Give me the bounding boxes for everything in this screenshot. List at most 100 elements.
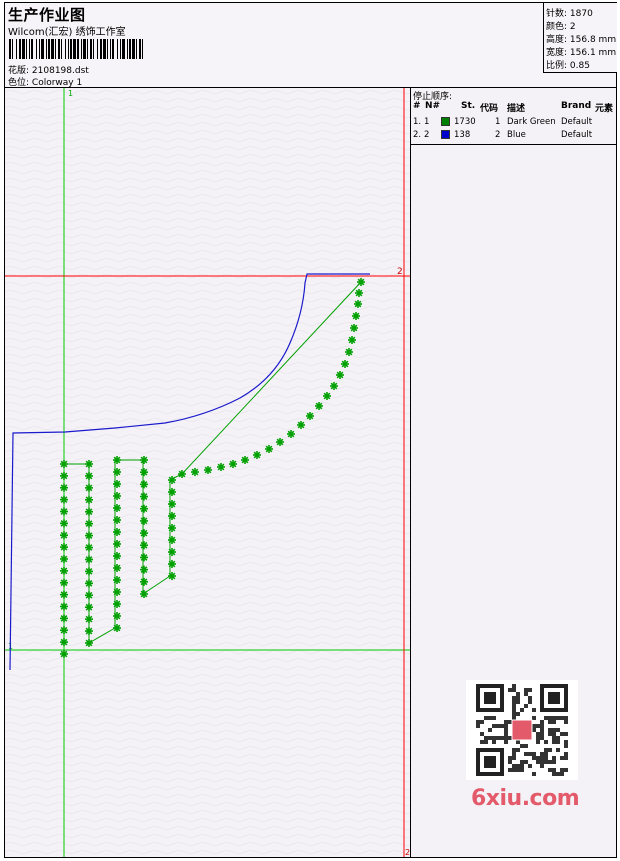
watermark-text: 6xiu.com	[471, 786, 580, 811]
stitch-marker	[85, 603, 93, 612]
row-needle: 1	[424, 117, 430, 127]
stitch-marker	[60, 507, 68, 516]
stitch-marker	[85, 555, 93, 564]
stitch-marker	[297, 421, 305, 429]
stitch-marker	[140, 492, 148, 501]
stitch-marker	[168, 524, 176, 532]
stitch-marker	[60, 566, 68, 575]
stitch-marker	[204, 466, 212, 474]
stitch-marker	[336, 371, 344, 379]
colorway-row: 色位: Colorway 1	[8, 75, 82, 88]
row-description: Blue	[507, 130, 526, 140]
worksheet-title: 生产作业图	[8, 6, 86, 24]
row-description: Dark Green	[507, 117, 556, 127]
row-stitches: 1730	[454, 117, 476, 127]
guide-label-top: 1	[68, 89, 73, 98]
studio-name: Wilcom(汇宏) 绣饰工作室	[8, 27, 126, 38]
stitch-marker	[217, 463, 225, 471]
stitch-marker	[85, 507, 93, 516]
stitch-count: 针数: 1870	[546, 9, 593, 19]
stitch-marker	[85, 639, 93, 647]
stitch-marker	[60, 614, 68, 623]
design-width: 宽度: 156.1 mm	[546, 48, 617, 58]
stitch-marker	[168, 560, 176, 568]
stitch-marker	[168, 512, 176, 520]
row-num: 1.	[413, 117, 422, 127]
stitch-marker	[168, 476, 176, 484]
stitch-marker	[140, 553, 148, 562]
stitch-marker	[140, 577, 148, 586]
stitch-marker	[85, 483, 93, 492]
stitch-marker	[113, 504, 121, 512]
stitch-marker	[60, 578, 68, 587]
guide-label-right: 2	[397, 267, 403, 277]
stitch-marker	[140, 529, 148, 538]
stitch-marker	[113, 564, 121, 572]
stitch-marker	[323, 392, 331, 400]
stitch-marker	[113, 600, 121, 608]
stitch-marker	[60, 483, 68, 492]
stitch-marker	[253, 451, 261, 459]
color-count: 颜色: 2	[546, 22, 576, 32]
stitch-marker	[355, 289, 363, 297]
barcode-icon	[9, 39, 143, 59]
design-height: 高度: 156.8 mm	[546, 35, 617, 45]
stitch-marker	[85, 471, 93, 480]
stitch-marker	[60, 590, 68, 599]
stitch-marker	[330, 382, 338, 390]
stitch-marker	[306, 412, 314, 420]
stitch-marker	[140, 504, 148, 513]
stitch-marker	[113, 516, 121, 524]
col-header-stitches: St.	[461, 101, 476, 111]
thread-color-swatch	[441, 130, 450, 139]
stitch-marker	[140, 516, 148, 525]
stitch-marker	[60, 531, 68, 540]
col-header-code: 代码	[480, 104, 499, 114]
stitch-marker	[140, 565, 148, 574]
col-header-description: 描述	[507, 104, 526, 114]
design-stats: 针数: 1870 颜色: 2 高度: 156.8 mm 宽度: 156.1 mm…	[543, 3, 617, 73]
stitch-marker	[113, 624, 121, 632]
stitch-marker	[85, 460, 93, 468]
stitch-marker	[113, 456, 121, 464]
stitch-marker	[60, 495, 68, 504]
stitch-marker	[113, 492, 121, 500]
stitch-marker	[85, 543, 93, 552]
colorway-label: 色位:	[8, 78, 30, 88]
stitch-marker	[168, 488, 176, 496]
stitch-marker	[140, 541, 148, 550]
row-needle: 2	[424, 130, 430, 140]
stitch-marker	[113, 480, 121, 488]
stitch-marker	[60, 602, 68, 611]
row-code: 1	[495, 117, 501, 127]
stitch-marker	[357, 278, 365, 286]
stitch-marker	[168, 548, 176, 556]
stitch-marker	[113, 540, 121, 548]
stitch-marker	[60, 650, 68, 658]
col-header-element: 元素	[595, 104, 614, 114]
qr-code-icon	[466, 680, 578, 780]
stitch-marker	[265, 445, 273, 453]
stitch-marker	[60, 555, 68, 563]
stitch-marker	[352, 312, 360, 320]
stitch-marker	[276, 438, 284, 446]
row-brand: Default	[561, 117, 593, 127]
stitch-marker	[354, 300, 362, 308]
design-canvas[interactable]: 1 2 1 2	[5, 88, 410, 857]
worksheet-header: 生产作业图 Wilcom(汇宏) 绣饰工作室 花版: 2108198.dst 色…	[5, 3, 616, 88]
stitch-marker	[113, 588, 121, 596]
stitch-marker	[85, 627, 93, 636]
stitch-marker	[140, 590, 148, 598]
stitch-marker	[113, 468, 121, 476]
design-scale: 比例: 0.85	[546, 61, 590, 71]
stitch-marker	[85, 531, 93, 540]
col-header-num: #	[413, 101, 421, 111]
stitch-marker	[113, 552, 121, 560]
stitch-marker	[168, 500, 176, 508]
stitch-marker	[60, 471, 68, 480]
stitch-marker	[178, 470, 186, 478]
stitch-marker	[85, 579, 93, 588]
stitch-marker	[60, 638, 68, 647]
thread-color-swatch	[441, 117, 450, 126]
stitch-marker	[191, 468, 199, 476]
